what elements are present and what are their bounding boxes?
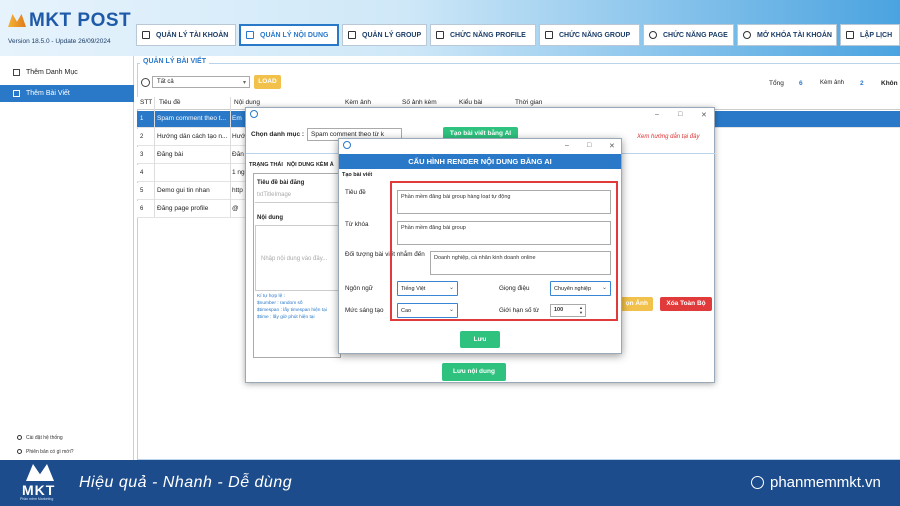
group-title: QUẢN LÝ BÀI VIẾT [140, 58, 210, 65]
word-limit-stepper[interactable]: 100 ▲ ▼ [550, 304, 586, 317]
editor-tabs: TRẠNG THÁI NỘI DUNG KÈM Ả [249, 162, 338, 168]
tone-label: Giọng điệu [499, 285, 530, 292]
with-image-label: Kèm ảnh [820, 80, 845, 86]
close-icon[interactable]: ✕ [701, 111, 707, 119]
facebook-icon [649, 31, 657, 39]
globe-icon [751, 476, 764, 489]
maximize-icon[interactable]: □ [587, 142, 591, 149]
ai-keyword-input[interactable]: Phần mềm đăng bài group [397, 221, 611, 245]
ai-config-title: CẤU HÌNH RENDER NỘI DUNG BẰNG AI [339, 154, 621, 169]
tab-unlock-account[interactable]: MỞ KHÓA TÀI KHOẢN [737, 24, 837, 46]
load-button[interactable]: LOAD [254, 75, 281, 89]
tab-group-functions[interactable]: CHỨC NĂNG GROUP [539, 24, 640, 46]
total-count: 6 [799, 80, 803, 87]
delete-all-button[interactable]: Xóa Toàn Bộ [660, 297, 712, 311]
content-label: Nội dung [257, 215, 283, 221]
col-title: Tiêu đề [159, 99, 181, 106]
whats-new-link[interactable]: Phiên bản có gì mới? [17, 449, 73, 455]
tab-page-functions[interactable]: CHỨC NĂNG PAGE [643, 24, 734, 46]
settings-icon [17, 435, 22, 440]
section-label: Tạo bài viết [342, 172, 373, 178]
window-app-icon [343, 141, 351, 149]
tab-schedule[interactable]: LẬP LỊCH [840, 24, 900, 46]
stepper-arrows-icon[interactable]: ▲ ▼ [579, 305, 583, 315]
keyword-hint: Kí tự hợp lệ : [257, 294, 285, 299]
category-icon [13, 69, 20, 76]
post-title-label: Tiêu đề bài đăng [257, 180, 305, 186]
chevron-down-icon: ⌄ [448, 307, 454, 313]
col-image-count: Số ảnh kèm [402, 99, 437, 106]
footer-logo: MKT Phần mềm Marketing [16, 464, 64, 502]
guide-link[interactable]: Xem hướng dẫn tại đây [637, 134, 699, 140]
post-icon [13, 90, 20, 97]
language-label: Ngôn ngữ [345, 285, 374, 292]
content-icon [246, 31, 254, 39]
creativity-select[interactable]: Cao ⌄ [397, 303, 458, 318]
sidebar-item-add-category[interactable]: Thêm Danh Mục [0, 64, 134, 81]
info-icon [17, 449, 22, 454]
title-label: Tiêu đề [345, 189, 366, 196]
col-stt: STT [140, 99, 153, 106]
without-image-label: Khôn [881, 80, 898, 87]
minimize-icon[interactable]: – [565, 142, 569, 149]
window-app-icon [250, 110, 258, 118]
tab-status[interactable]: TRẠNG THÁI [249, 162, 283, 168]
ai-config-window: – □ ✕ CẤU HÌNH RENDER NỘI DUNG BẰNG AI T… [338, 138, 622, 354]
ai-audience-input[interactable]: Doanh nghiệp, cá nhân kinh doanh online [430, 251, 611, 275]
sidebar-item-add-post[interactable]: Thêm Bài Viết [0, 85, 134, 102]
category-label: Chọn danh mục : [251, 131, 305, 138]
keyword-hint: $number : random số [257, 301, 303, 306]
tab-attached-content[interactable]: NỘI DUNG KÈM Ả [287, 162, 334, 168]
tab-account-manage[interactable]: QUẢN LÝ TÀI KHOẢN [136, 24, 236, 46]
calendar-icon [846, 31, 854, 39]
website-text: phanmemmkt.vn [770, 474, 881, 491]
col-has-image: Kèm ảnh [345, 99, 372, 106]
group-function-icon [545, 31, 553, 39]
chevron-down-icon: ⌄ [448, 285, 454, 291]
column-divider [154, 97, 155, 217]
save-content-button[interactable]: Lưu nội dung [442, 363, 506, 381]
col-post-type: Kiểu bài [459, 99, 483, 106]
content-textarea[interactable]: Nhập nội dung vào đây... [255, 225, 339, 291]
ai-title-input[interactable]: Phần mềm đăng bài group hàng loạt tự độn… [397, 190, 611, 214]
mkt-logo-icon [8, 14, 26, 27]
minimize-icon[interactable]: – [655, 111, 659, 118]
creativity-label: Mức sáng tạo [345, 307, 384, 314]
col-time: Thời gian [515, 99, 543, 106]
app-logo: MKT POST [8, 10, 131, 32]
ai-save-button[interactable]: Lưu [460, 331, 500, 348]
footer-tagline: Hiệu quả - Nhanh - Dễ dùng [79, 474, 293, 491]
maximize-icon[interactable]: □ [678, 111, 682, 118]
tab-content-manage[interactable]: QUẢN LÝ NỘI DUNG [239, 24, 339, 46]
mkt-logo-icon [26, 464, 54, 481]
with-image-count: 2 [860, 80, 864, 87]
filter-icon [141, 78, 150, 87]
category-filter-select[interactable]: Tất cả ▾ [152, 76, 250, 88]
account-icon [142, 31, 150, 39]
tone-select[interactable]: Chuyên nghiệp ⌄ [550, 281, 611, 296]
col-content: Nội dung [234, 99, 261, 106]
chevron-down-icon: ▾ [242, 80, 246, 86]
unlock-icon [743, 31, 751, 39]
close-icon[interactable]: ✕ [609, 142, 615, 150]
keyword-label: Từ khóa [345, 221, 369, 228]
word-limit-label: Giới hạn số từ [499, 307, 540, 314]
keyword-hint: $timespan : lấy timespan hiện tại [257, 308, 327, 313]
group-icon [348, 31, 356, 39]
chevron-down-icon: ⌄ [601, 285, 607, 291]
system-settings-link[interactable]: Cài đặt hệ thống [17, 435, 63, 441]
column-divider [230, 97, 231, 217]
profile-icon [436, 31, 444, 39]
tab-profile-functions[interactable]: CHỨC NĂNG PROFILE [430, 24, 536, 46]
tab-group-manage[interactable]: QUẢN LÝ GROUP [342, 24, 427, 46]
language-select[interactable]: Tiếng Việt ⌄ [397, 281, 458, 296]
version-text: Version 18.5.0 - Update 26/09/2024 [8, 38, 111, 45]
post-title-input[interactable]: txtTitleImage [255, 189, 339, 203]
total-label: Tổng [769, 80, 784, 87]
sidebar: Thêm Danh Mục Thêm Bài Viết Cài đặt hệ t… [0, 56, 134, 460]
keyword-hint: $time : lấy giờ phút hiện tại [257, 315, 315, 320]
